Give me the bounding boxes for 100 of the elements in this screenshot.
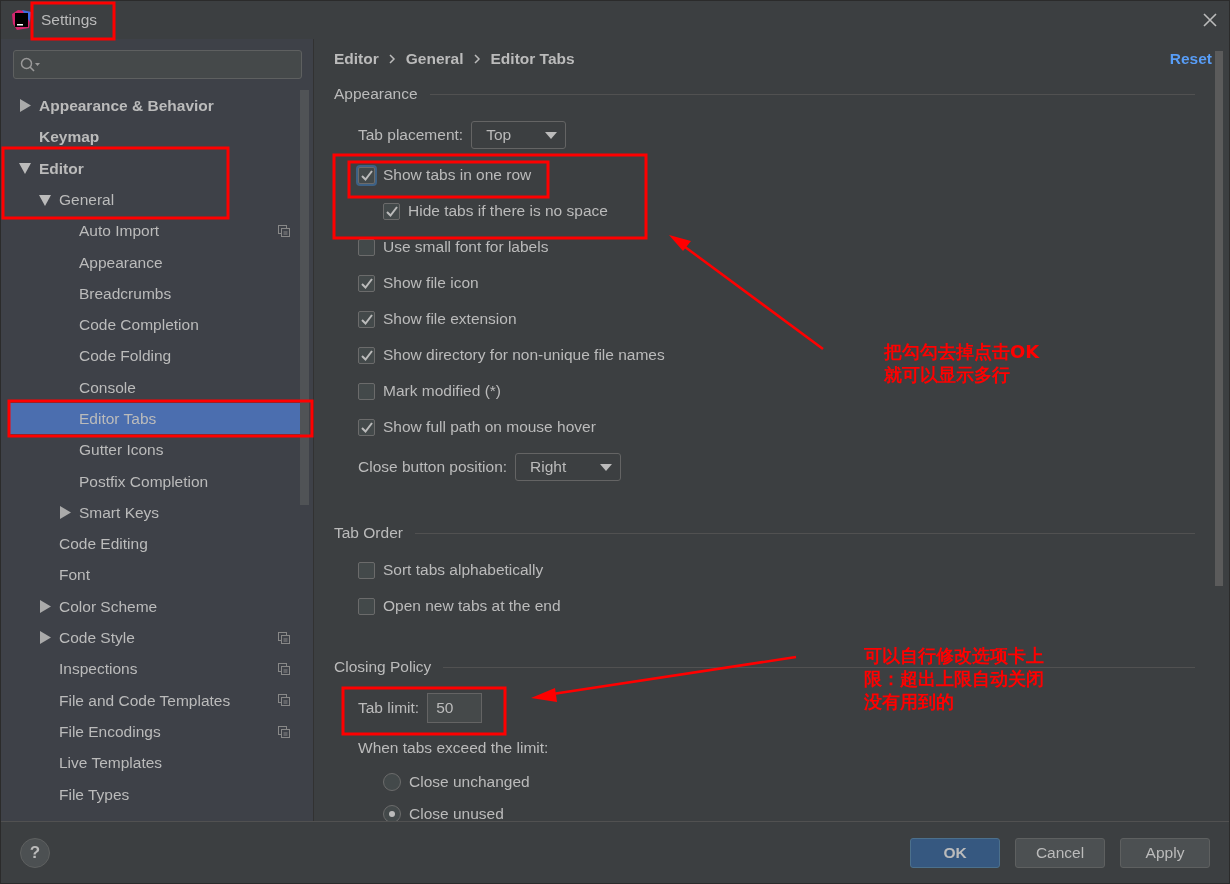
tree-item[interactable]: Font [9,559,300,591]
tree-item[interactable]: Smart Keys [9,496,300,529]
field-label: Tab placement: [358,125,464,146]
tree-item[interactable]: Postfix Completion [9,465,300,497]
tree-item-label: File Types [59,784,131,805]
dialog-button[interactable]: OK [910,837,1000,868]
number-field[interactable]: 50 [427,693,483,723]
tree-item[interactable]: Code Style [9,622,300,654]
tree-item[interactable]: Appearance & Behavior [9,90,300,122]
checkbox[interactable] [358,274,375,292]
checkbox[interactable] [358,382,375,400]
breadcrumb-item[interactable]: Editor Tabs [490,47,575,71]
search-field[interactable] [13,50,302,79]
window-title: Settings [41,10,97,31]
tree-item-label: File and Code Templates [59,690,232,711]
scrollbar-thumb[interactable] [300,90,309,505]
tree-item[interactable]: Live Templates [9,747,300,779]
tree-item-label: Keymap [39,127,101,148]
radio-button[interactable] [383,805,401,821]
checkbox-label: Show full path on mouse hover [383,417,596,438]
tree-item-label: Editor [39,158,85,179]
checkbox[interactable] [383,202,400,220]
chevron-icon [388,54,396,64]
tree-item[interactable]: File Encodings [9,715,300,748]
tree-item-label: Code Folding [79,346,173,367]
section-title: Tab Order [334,523,403,544]
dropdown-value: Right [530,457,567,478]
tree-item[interactable]: General [9,183,300,216]
radio-label: Close unchanged [409,772,530,793]
scrollbar-thumb[interactable] [1215,51,1223,586]
caret-icon [600,463,613,471]
tree-item-label: Smart Keys [79,502,161,523]
tree-item-label: Appearance & Behavior [39,96,215,116]
checkbox-label: Hide tabs if there is no space [408,201,608,222]
checkbox-label: Use small font for labels [383,237,549,258]
arrow-right-icon[interactable] [39,631,51,645]
radio-label: Close unused [409,804,504,821]
checkbox-label: Show directory for non-unique file names [383,345,665,366]
search-icon [20,56,42,73]
tree-item[interactable]: File Types [9,778,300,810]
annotation-text: 就可以显示多行 [884,363,1011,386]
arrow-right-icon[interactable] [39,599,51,613]
checkbox[interactable] [358,346,375,364]
arrow-down-icon[interactable] [39,193,51,206]
tree-item-label: Appearance [79,252,164,273]
tree-item-label: File Encodings [59,721,162,742]
checkbox-label: Show file extension [383,309,517,330]
dialog-button[interactable]: Cancel [1015,837,1105,868]
checkbox-label: Show file icon [383,273,479,294]
arrow-right-icon[interactable] [19,99,31,113]
breadcrumb-item[interactable]: General [405,47,464,71]
dropdown-value: Top [486,125,512,146]
tree-item-label: Code Editing [59,534,149,555]
tree-item-label: Inspections [59,659,139,680]
tree-item-label: Postfix Completion [79,471,210,492]
field-label: When tabs exceed the limit: [358,738,549,759]
section-title: Appearance [334,84,418,105]
tree-item-label: Breadcrumbs [79,283,173,304]
tree-item[interactable]: Auto Import [9,215,300,247]
tree-item[interactable]: Appearance [9,246,300,278]
checkbox[interactable] [358,418,375,436]
tree-item[interactable]: Code Completion [9,309,300,341]
close-button[interactable] [1203,13,1217,27]
reset-link[interactable]: Reset [1169,47,1212,71]
tree-item[interactable]: Keymap [9,121,300,153]
tree-item[interactable]: Gutter Icons [9,434,300,466]
checkbox-label: Sort tabs alphabetically [383,560,544,581]
tree-item[interactable]: Breadcrumbs [9,277,300,310]
tree-item[interactable]: File and Code Templates [9,684,300,716]
checkbox[interactable] [358,166,375,184]
dropdown[interactable]: Right [515,453,622,481]
checkbox[interactable] [358,597,375,615]
tree-item-label: Code Completion [79,315,200,336]
tree-item-label: Code Style [59,628,136,649]
breadcrumb-item[interactable]: Editor [334,47,379,71]
dropdown[interactable]: Top [471,121,567,149]
tree-item[interactable]: Console [9,371,300,403]
dialog-button[interactable]: Apply [1120,837,1210,868]
annotation-text: 把勾勾去掉点击OK [884,340,1040,363]
tree-item[interactable]: Inspections [9,653,300,685]
checkbox[interactable] [358,310,375,328]
checkbox-label: Mark modified (*) [383,381,501,402]
tree-item-label: General [59,189,116,210]
tree-item[interactable]: Editor [9,152,300,184]
field-label: Close button position: [358,457,508,478]
tree-item[interactable]: Color Scheme [9,590,300,623]
help-button[interactable]: ? [20,837,50,868]
arrow-right-icon[interactable] [59,506,71,519]
tree-item[interactable]: Code Editing [9,528,300,560]
arrow-down-icon[interactable] [19,162,31,175]
annotation-text: 限：超出上限自动关闭 [864,667,1044,690]
app-logo-icon [12,10,31,30]
section-title: Closing Policy [334,657,432,678]
tree-item-label: Editor Tabs [79,409,158,429]
tree-item[interactable]: Code Folding [9,340,300,372]
annotation-text: 没有用到的 [864,690,955,713]
caret-icon [545,131,558,139]
annotation-text: 可以自行修改选项卡上 [864,644,1044,667]
checkbox[interactable] [358,561,375,579]
radio-button[interactable] [383,773,401,791]
